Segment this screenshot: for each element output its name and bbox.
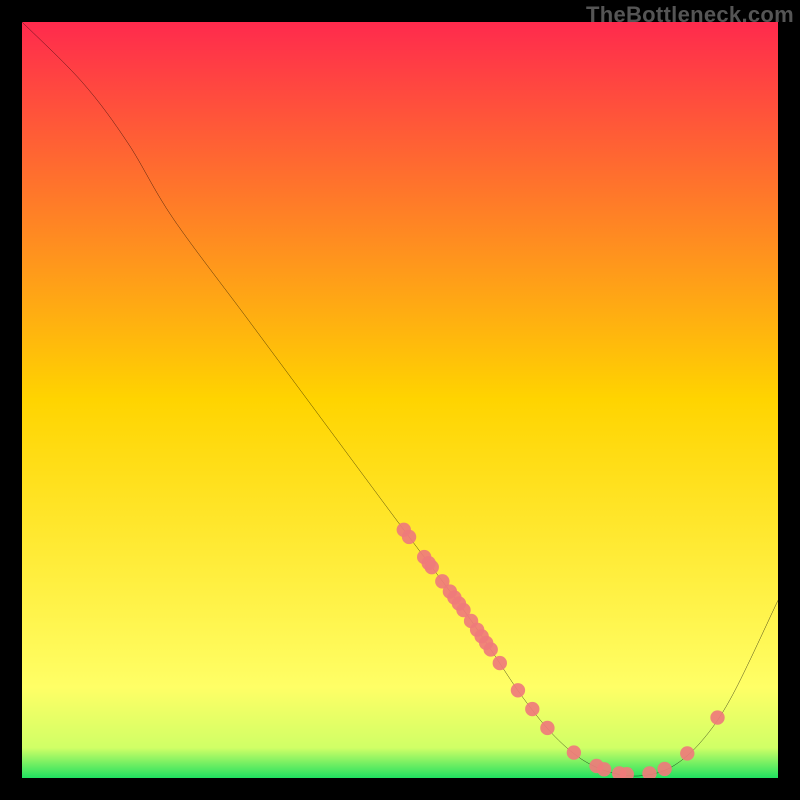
scatter-point <box>567 745 581 759</box>
scatter-point <box>484 642 498 656</box>
scatter-point <box>657 762 671 776</box>
scatter-point <box>710 710 724 724</box>
chart-background <box>22 22 778 778</box>
scatter-point <box>511 683 525 697</box>
scatter-point <box>540 721 554 735</box>
scatter-point <box>402 530 416 544</box>
chart-container: TheBottleneck.com <box>0 0 800 800</box>
scatter-point <box>425 560 439 574</box>
chart-plot <box>22 22 778 778</box>
scatter-point <box>525 702 539 716</box>
scatter-point <box>493 656 507 670</box>
scatter-point <box>680 746 694 760</box>
scatter-point <box>597 762 611 776</box>
